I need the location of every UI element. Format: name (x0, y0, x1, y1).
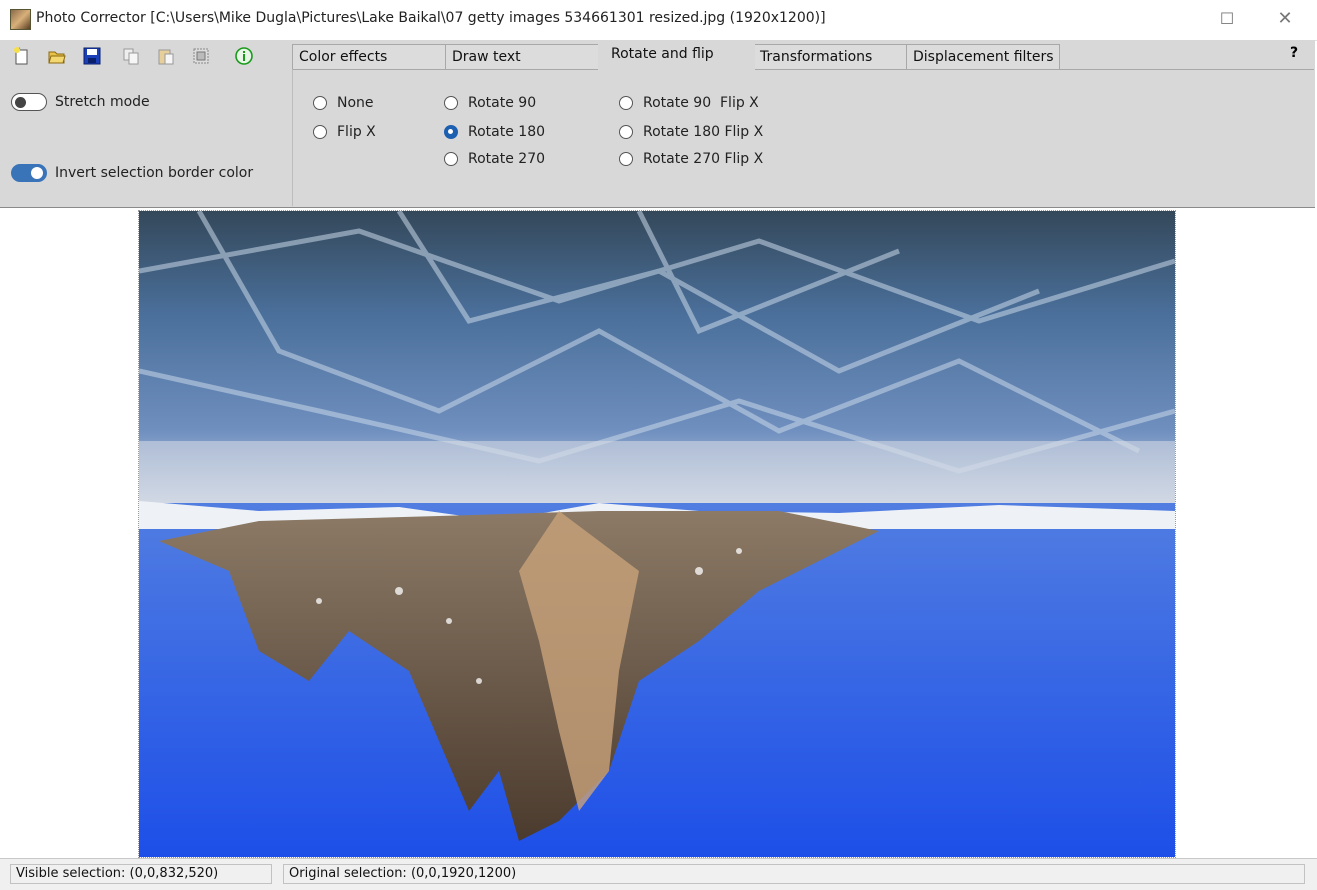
radio-rotate-90-flip-x-circle[interactable] (619, 96, 633, 110)
tab-rotate-and-flip[interactable]: Rotate and flip (598, 40, 755, 71)
radio-rotate-270-circle[interactable] (444, 152, 458, 166)
tab-color-effects[interactable]: Color effects (292, 44, 446, 69)
stretch-mode-toggle[interactable] (11, 93, 47, 111)
radio-rotate-270-flip-x[interactable]: Rotate 270 Flip X (619, 151, 763, 167)
visible-selection-status: Visible selection: (0,0,832,520) (10, 864, 272, 884)
image-selection[interactable] (138, 210, 1176, 858)
radio-rotate-90-circle[interactable] (444, 96, 458, 110)
radio-rotate-180-label: Rotate 180 (468, 124, 546, 140)
radio-rotate-180[interactable]: Rotate 180 (444, 124, 545, 140)
tab-strip: Color effects Draw text Rotate and flip … (292, 40, 1315, 71)
radio-flip-x-circle[interactable] (313, 125, 327, 139)
original-selection-status: Original selection: (0,0,1920,1200) (283, 864, 1305, 884)
radio-rotate-180-flip-x[interactable]: Rotate 180 Flip X (619, 124, 763, 140)
radio-none[interactable]: None (313, 95, 374, 111)
radio-rotate-270[interactable]: Rotate 270 (444, 151, 545, 167)
paste-icon[interactable] (157, 47, 175, 65)
maximize-button[interactable]: ☐ (1212, 8, 1242, 30)
app-icon (10, 9, 31, 30)
radio-rotate-90-label: Rotate 90 (468, 95, 537, 111)
window-title: Photo Corrector [C:\Users\Mike Dugla\Pic… (36, 10, 826, 26)
toolbar: Stretch mode Invert selection border col… (0, 40, 292, 207)
copy-icon[interactable] (122, 47, 140, 65)
status-bar: Visible selection: (0,0,832,520) Origina… (0, 858, 1317, 890)
invert-border-toggle-row[interactable]: Invert selection border color (11, 164, 253, 182)
radio-none-circle[interactable] (313, 96, 327, 110)
radio-rotate-270-flip-x-circle[interactable] (619, 152, 633, 166)
stretch-mode-toggle-row[interactable]: Stretch mode (11, 93, 150, 111)
close-button[interactable]: ✕ (1270, 8, 1300, 30)
info-icon[interactable] (235, 47, 253, 65)
radio-rotate-90[interactable]: Rotate 90 (444, 95, 536, 111)
invert-border-toggle[interactable] (11, 164, 47, 182)
new-file-icon[interactable] (13, 47, 31, 65)
rotate-and-flip-panel: None Flip X Rotate 90 Rotate 180 Rotate … (292, 69, 1314, 206)
radio-rotate-90-flip-x-label: Rotate 90 Flip X (643, 95, 759, 111)
radio-rotate-180-flip-x-circle[interactable] (619, 125, 633, 139)
save-icon[interactable] (83, 47, 101, 65)
radio-rotate-180-circle[interactable] (444, 125, 458, 139)
radio-flip-x-label: Flip X (337, 124, 376, 140)
stretch-mode-label: Stretch mode (55, 94, 150, 110)
radio-none-label: None (337, 95, 374, 111)
open-folder-icon[interactable] (48, 47, 66, 65)
radio-rotate-90-flip-x[interactable]: Rotate 90 Flip X (619, 95, 759, 111)
radio-rotate-270-flip-x-label: Rotate 270 Flip X (643, 151, 764, 167)
help-button[interactable]: ? (1290, 45, 1298, 61)
tab-draw-text[interactable]: Draw text (445, 44, 599, 69)
image-canvas-area (0, 208, 1317, 858)
tab-displacement-filters[interactable]: Displacement filters (906, 44, 1060, 69)
crop-frame-icon[interactable] (192, 47, 210, 65)
options-panel: Stretch mode Invert selection border col… (0, 40, 1315, 208)
photo-image (139, 211, 1175, 857)
radio-flip-x[interactable]: Flip X (313, 124, 376, 140)
radio-rotate-180-flip-x-label: Rotate 180 Flip X (643, 124, 764, 140)
title-bar: Photo Corrector [C:\Users\Mike Dugla\Pic… (0, 0, 1317, 41)
radio-rotate-270-label: Rotate 270 (468, 151, 546, 167)
tab-transformations[interactable]: Transformations (753, 44, 907, 69)
invert-border-label: Invert selection border color (55, 165, 254, 181)
